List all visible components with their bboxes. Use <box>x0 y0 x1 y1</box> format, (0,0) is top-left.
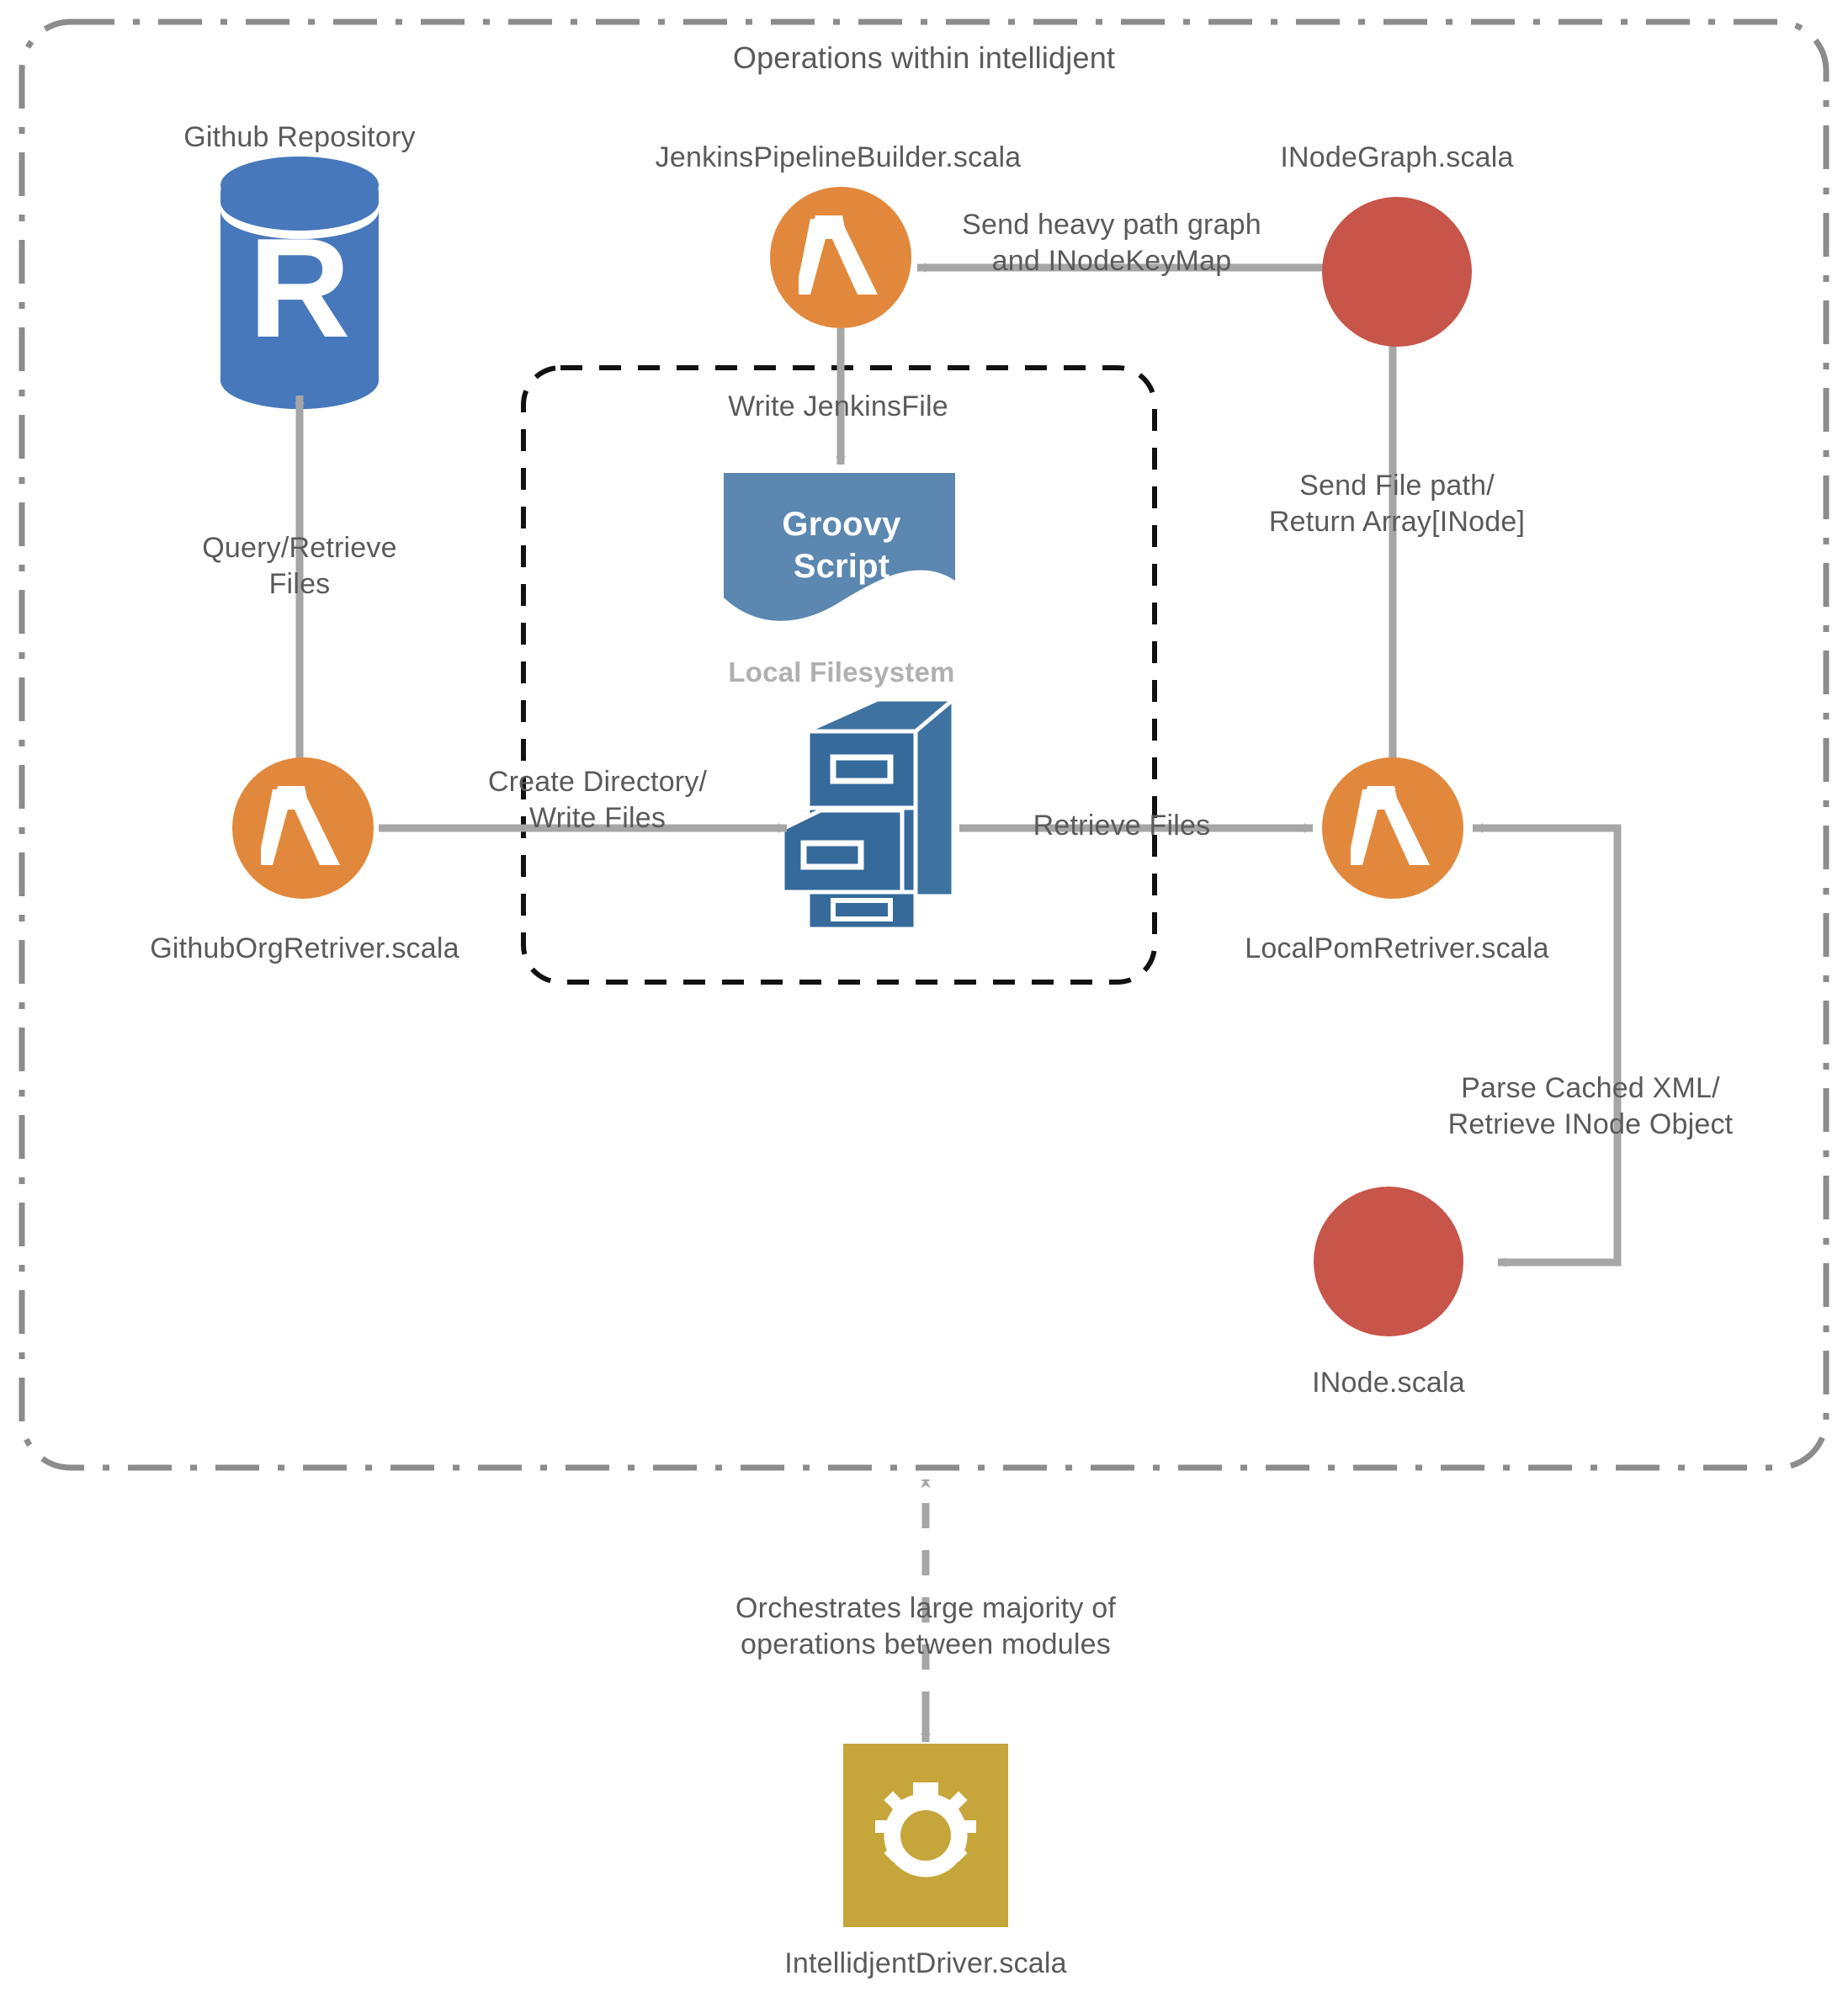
label-write-jenkinsfile: Write JenkinsFile <box>728 390 948 422</box>
file-cabinet-icon <box>780 694 956 932</box>
label-local-filesystem: Local Filesystem <box>728 656 955 688</box>
database-cylinder-icon: R <box>220 153 379 409</box>
label-create-directory-write-files: Create Directory/ Write Files <box>487 766 708 834</box>
label-send-heavy-path-graph: Send heavy path graph and INodeKeyMap <box>962 209 1261 277</box>
label-parse-cached-xml: Parse Cached XML/ Retrieve INode Object <box>1447 1072 1734 1140</box>
label-orchestrates: Orchestrates large majority of operation… <box>735 1592 1116 1660</box>
label-local-pom-retriver: LocalPomRetriver.scala <box>1245 932 1549 964</box>
label-github-repository: Github Repository <box>183 121 416 153</box>
node-jenkins-pipeline-builder[interactable] <box>770 187 911 328</box>
node-intellidjent-driver[interactable] <box>843 1744 1008 1927</box>
boundary-title: Operations within intellidjent <box>732 40 1116 75</box>
label-inode: INode.scala <box>1312 1367 1465 1399</box>
label-send-file-path: Send File path/ Return Array[INode] <box>1268 470 1526 538</box>
lambda-icon <box>799 215 878 295</box>
lambda-icon <box>1351 786 1430 865</box>
svg-text:R: R <box>248 209 350 367</box>
node-github-org-retriver[interactable] <box>232 757 374 899</box>
label-retrieve-files: Retrieve Files <box>1033 810 1211 842</box>
label-groovy-script: Groovy Script <box>782 506 901 585</box>
connector-layer: R <box>19 19 1829 1743</box>
label-query-retrieve-files: Query/Retrieve Files <box>202 532 397 600</box>
node-inode-graph[interactable] <box>1322 197 1472 347</box>
label-inode-graph: INodeGraph.scala <box>1280 141 1514 173</box>
label-intellidjent-driver: IntellidjentDriver.scala <box>784 1947 1067 1979</box>
label-jenkins-pipeline-builder: JenkinsPipelineBuilder.scala <box>655 141 1022 173</box>
node-local-pom-retriver[interactable] <box>1322 757 1463 899</box>
arrow-parse-cached-xml <box>1473 824 1622 1267</box>
diagram-canvas: R Operations within intellidjent Github … <box>0 0 1848 1997</box>
lambda-icon <box>261 786 340 865</box>
gear-icon <box>875 1782 976 1877</box>
label-github-org-retriver: GithubOrgRetriver.scala <box>150 932 459 964</box>
node-inode[interactable] <box>1314 1187 1463 1336</box>
